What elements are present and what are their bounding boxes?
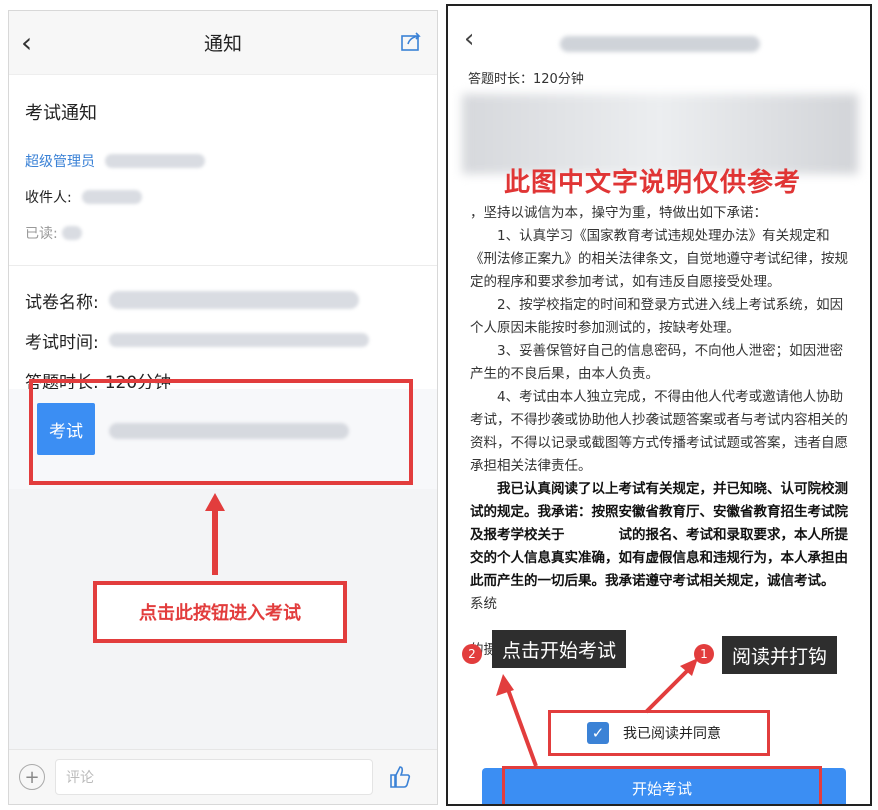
blurred-title [560,36,760,52]
step-badge: 1 [694,644,714,664]
sender-name[interactable]: 超级管理员 [25,151,95,171]
pledge-paragraph: 1、认真学习《国家教育考试违规处理办法》有关规定和《刑法修正案九》的相关法律条文… [470,228,848,290]
back-icon[interactable]: ‹ [464,24,474,54]
notice-subject: 考试通知 [25,103,97,124]
comment-input[interactable]: 评论 [55,759,373,795]
agree-checkbox-row[interactable]: ✓ 我已阅读并同意 [548,710,770,756]
agree-label: 我已阅读并同意 [623,726,721,742]
screenshot-canvas: ‹ 通知 考试通知 超级管理员 收件人: 已读: 试卷名称: 考试时间: 答题时… [0,0,878,810]
back-icon[interactable]: ‹ [21,29,32,57]
pledge-commitment: 我已认真阅读了以上考试有关规定，并已知晓、认可院校测试的规定。我承诺：按照安徽省… [470,481,848,589]
reference-watermark: 此图中文字说明仅供参考 [504,168,802,198]
tooltip-read: 阅读并打钩 [722,636,838,674]
checkbox-checked[interactable]: ✓ [587,722,609,744]
pledge-screen: ‹ 答题时长：120分钟 此图中文字说明仅供参考 ，坚持以诚信为本，操守为重，特… [446,4,872,806]
sender-row: 超级管理员 [25,143,421,179]
pledge-text: ，坚持以诚信为本，操守为重，特做出如下承诺： 1、认真学习《国家教育考试违规处理… [470,202,854,662]
plus-icon[interactable]: + [19,764,45,790]
comment-bar: + 评论 [9,749,437,804]
tooltip-start: 点击开始考试 [492,630,627,668]
exam-time-row: 考试时间: [25,320,421,360]
notice-screen: ‹ 通知 考试通知 超级管理员 收件人: 已读: 试卷名称: 考试时间: 答题时… [8,10,438,805]
step-badge: 2 [462,644,482,664]
pledge-paragraph: 3、妥善保管好自己的信息密码，不向他人泄密；如因泄密产生的不良后果，由本人负责。 [470,343,844,382]
notice-header: 考试通知 超级管理员 收件人: 已读: [9,75,437,251]
pledge-paragraph: ，坚持以诚信为本，操守为重，特做出如下承诺： [470,205,767,221]
paper-name-label: 试卷名称: [25,292,99,313]
blurred-text [105,154,205,168]
annotation-box: 点击此按钮进入考试 [93,581,347,643]
start-exam-button[interactable]: 开始考试 [502,766,822,804]
blurred-text [108,333,369,347]
pledge-paragraph: 系统 [470,596,497,612]
thumbs-up-icon[interactable] [387,764,413,790]
highlight-frame [29,379,413,485]
share-icon[interactable] [401,31,423,51]
blurred-text [61,226,82,240]
recipients-label: 收件人: [25,190,72,206]
read-label: 已读: [25,226,58,242]
pledge-paragraph: 2、按学校指定的时间和登录方式进入线上考试系统，如因个人原因未能按时参加测试的，… [470,297,844,336]
duration-line: 答题时长：120分钟 [468,72,584,87]
blurred-text [108,291,359,309]
arrow-up-icon [205,493,225,575]
nav-bar: ‹ [448,6,870,66]
paper-name-row: 试卷名称: [25,280,421,320]
read-row: 已读: [25,215,421,251]
blurred-text [81,190,142,204]
page-title: 通知 [203,33,242,55]
nav-bar: ‹ 通知 [9,11,437,75]
recipients-row: 收件人: [25,179,421,215]
exam-time-label: 考试时间: [25,332,99,353]
pledge-paragraph: 4、考试由本人独立完成，不得由他人代考或邀请他人协助考试，不得抄袭或协助他人抄袭… [470,389,848,474]
